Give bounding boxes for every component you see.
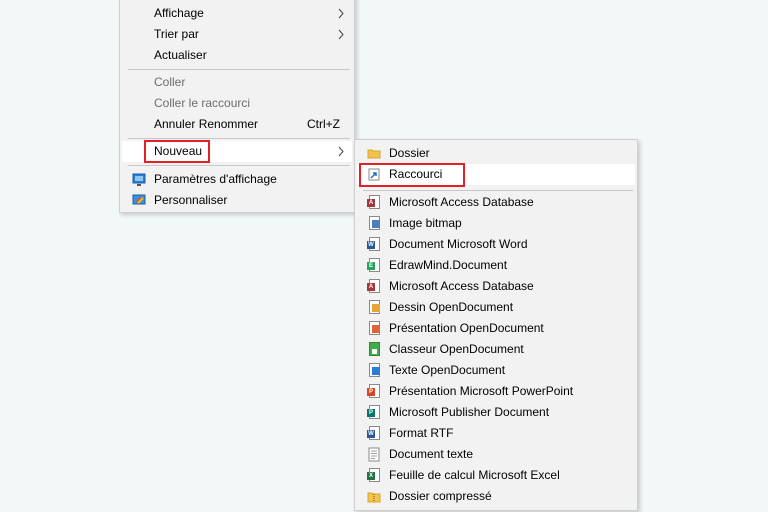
menu-item-label: Image bitmap — [389, 216, 462, 230]
menu-item-label: Microsoft Publisher Document — [389, 405, 550, 419]
menu-item-label: Texte OpenDocument — [389, 363, 506, 377]
menu-item-label: Présentation OpenDocument — [389, 321, 544, 335]
menu-item-label: Trier par — [154, 27, 199, 41]
access-icon: A — [367, 279, 380, 293]
submenu-item-word-document[interactable]: W Document Microsoft Word — [357, 234, 635, 255]
menu-item-label: Coller — [154, 75, 186, 89]
menu-separator — [128, 69, 350, 70]
submenu-item-presentation-opendocument[interactable]: Présentation OpenDocument — [357, 318, 635, 339]
rtf-icon: W — [367, 426, 380, 440]
submenu-item-publisher[interactable]: P Microsoft Publisher Document — [357, 402, 635, 423]
submenu-item-dossier[interactable]: Dossier — [357, 143, 635, 164]
new-submenu: Dossier Raccourci A Microsoft Access Dat… — [354, 139, 638, 511]
ods-icon — [369, 342, 380, 356]
menu-item-label: Dessin OpenDocument — [389, 300, 514, 314]
powerpoint-icon: P — [367, 384, 380, 398]
submenu-item-texte-opendocument[interactable]: Texte OpenDocument — [357, 360, 635, 381]
menu-item-annuler-renommer[interactable]: Annuler Renommer Ctrl+Z — [122, 114, 352, 135]
menu-item-label: Coller le raccourci — [154, 96, 251, 110]
submenu-item-powerpoint[interactable]: P Présentation Microsoft PowerPoint — [357, 381, 635, 402]
chevron-right-icon — [338, 146, 344, 157]
menu-item-label: Microsoft Access Database — [389, 279, 534, 293]
menu-item-label: Feuille de calcul Microsoft Excel — [389, 468, 560, 482]
submenu-item-dessin-opendocument[interactable]: Dessin OpenDocument — [357, 297, 635, 318]
menu-item-coller[interactable]: Coller — [122, 72, 352, 93]
personalize-icon — [132, 194, 146, 205]
chevron-right-icon — [338, 8, 344, 19]
submenu-item-document-texte[interactable]: Document texte — [357, 444, 635, 465]
menu-item-label: EdrawMind.Document — [389, 258, 508, 272]
access-icon: A — [367, 195, 380, 209]
zip-folder-icon — [367, 492, 381, 503]
menu-item-affichage[interactable]: Affichage — [122, 3, 352, 24]
desktop-context-menu: Affichage Trier par Actualiser Coller Co… — [119, 0, 355, 213]
submenu-item-access-database[interactable]: A Microsoft Access Database — [357, 192, 635, 213]
menu-item-label: Classeur OpenDocument — [389, 342, 524, 356]
menu-separator — [128, 138, 350, 139]
display-settings-icon — [132, 173, 146, 186]
menu-item-label: Document texte — [389, 447, 474, 461]
menu-separator — [128, 165, 350, 166]
folder-icon — [367, 149, 381, 159]
text-document-icon — [368, 447, 380, 462]
submenu-item-edrawmind[interactable]: E EdrawMind.Document — [357, 255, 635, 276]
menu-item-label: Dossier — [389, 146, 430, 160]
raccourci-highlight-box — [359, 163, 465, 187]
menu-item-label: Personnaliser — [154, 193, 228, 207]
submenu-item-excel[interactable]: X Feuille de calcul Microsoft Excel — [357, 465, 635, 486]
menu-item-parametres-affichage[interactable]: Paramètres d'affichage — [122, 169, 352, 190]
submenu-item-image-bitmap[interactable]: Image bitmap — [357, 213, 635, 234]
menu-item-label: Format RTF — [389, 426, 454, 440]
menu-item-label: Présentation Microsoft PowerPoint — [389, 384, 574, 398]
menu-item-label: Actualiser — [154, 48, 207, 62]
excel-icon: X — [367, 468, 380, 482]
odt-icon — [369, 363, 380, 377]
menu-item-trier-par[interactable]: Trier par — [122, 24, 352, 45]
word-icon: W — [367, 237, 380, 251]
publisher-icon: P — [367, 405, 380, 419]
odp-icon — [369, 321, 380, 335]
nouveau-highlight-box — [144, 140, 210, 163]
chevron-right-icon — [338, 29, 344, 40]
menu-item-label: Paramètres d'affichage — [154, 172, 277, 186]
menu-separator — [363, 190, 633, 191]
menu-item-label: Document Microsoft Word — [389, 237, 528, 251]
menu-item-coller-raccourci[interactable]: Coller le raccourci — [122, 93, 352, 114]
edrawmind-icon: E — [367, 258, 380, 272]
submenu-item-classeur-opendocument[interactable]: Classeur OpenDocument — [357, 339, 635, 360]
submenu-item-format-rtf[interactable]: W Format RTF — [357, 423, 635, 444]
menu-item-label: Affichage — [154, 6, 204, 20]
submenu-item-access-database-2[interactable]: A Microsoft Access Database — [357, 276, 635, 297]
menu-item-shortcut: Ctrl+Z — [307, 117, 340, 131]
bitmap-icon — [369, 216, 380, 230]
submenu-item-dossier-compresse[interactable]: Dossier compressé — [357, 486, 635, 507]
menu-item-label: Dossier compressé — [389, 489, 492, 503]
menu-item-actualiser[interactable]: Actualiser — [122, 45, 352, 66]
menu-item-label: Microsoft Access Database — [389, 195, 534, 209]
menu-item-personnaliser[interactable]: Personnaliser — [122, 190, 352, 211]
menu-item-label: Annuler Renommer — [154, 117, 259, 131]
odg-icon — [369, 300, 380, 314]
